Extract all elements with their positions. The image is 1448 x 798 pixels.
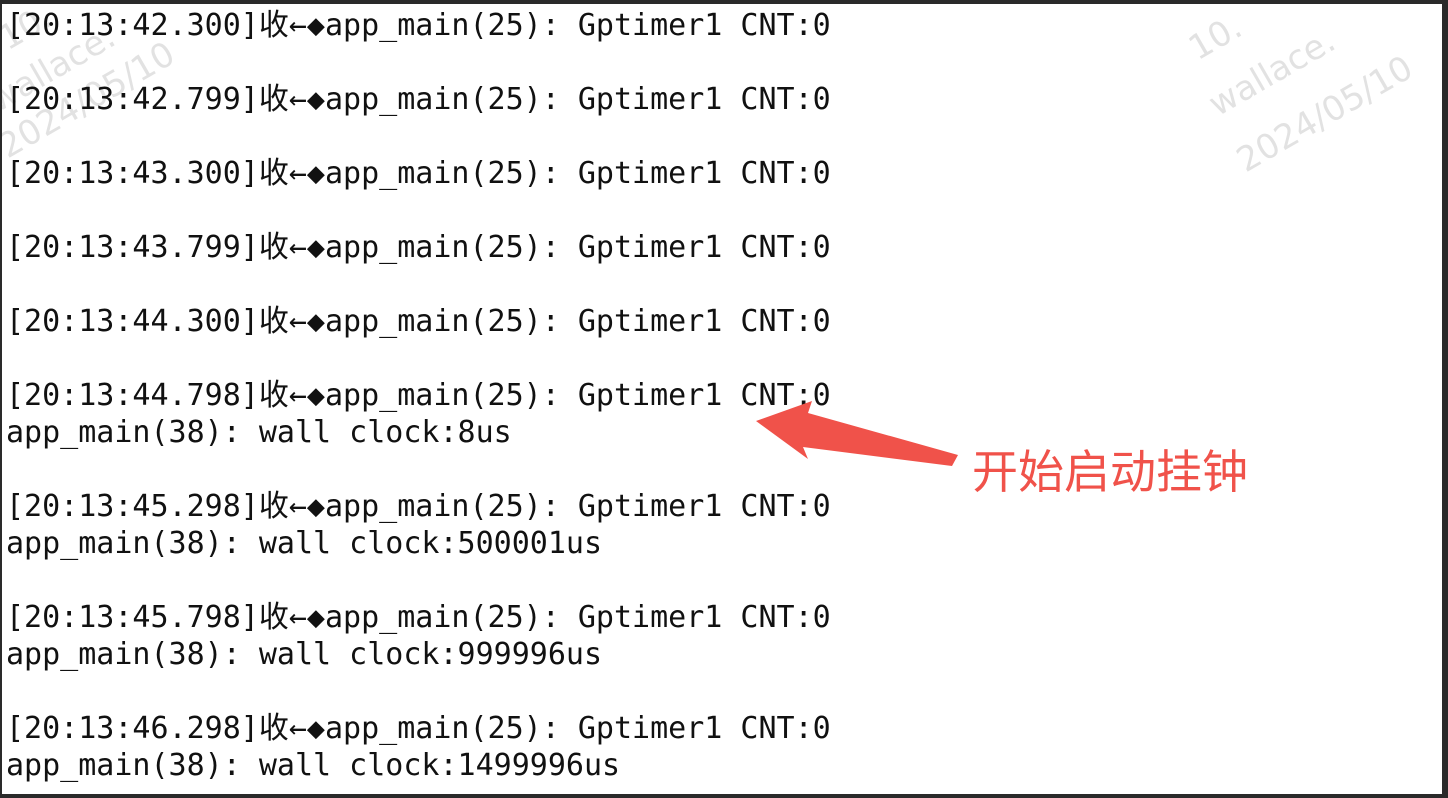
- log-line: [20:13:42.799]收←◆app_main(25): Gptimer1 …: [6, 82, 831, 117]
- log-line: [20:13:43.300]收←◆app_main(25): Gptimer1 …: [6, 156, 831, 191]
- log-line: app_main(38): wall clock:999996us: [6, 637, 603, 672]
- watermark-right-ip: 10.: [1182, 6, 1249, 69]
- log-line: [20:13:44.798]收←◆app_main(25): Gptimer1 …: [6, 378, 831, 413]
- log-line: [20:13:45.298]收←◆app_main(25): Gptimer1 …: [6, 489, 831, 524]
- log-line: app_main(38): wall clock:8us: [6, 415, 512, 450]
- log-line: [20:13:42.300]收←◆app_main(25): Gptimer1 …: [6, 8, 831, 43]
- log-line: [20:13:44.300]收←◆app_main(25): Gptimer1 …: [6, 304, 831, 339]
- watermark-right-date: 2024/05/10: [1230, 48, 1420, 181]
- watermark-right-user: wallace.: [1202, 20, 1343, 125]
- log-line: [20:13:45.798]收←◆app_main(25): Gptimer1 …: [6, 600, 831, 635]
- annotation-label: 开始启动挂钟: [972, 445, 1248, 499]
- log-text: [20:13:42.300]收←◆app_main(25): Gptimer1 …: [6, 7, 831, 784]
- serial-console-output[interactable]: 10. wallace. 2024/05/10 10. wallace. 202…: [2, 4, 1442, 794]
- log-line: app_main(38): wall clock:1499996us: [6, 748, 621, 783]
- log-line: app_main(38): wall clock:500001us: [6, 526, 603, 561]
- log-line: [20:13:46.298]收←◆app_main(25): Gptimer1 …: [6, 711, 831, 746]
- screenshot-frame: 10. wallace. 2024/05/10 10. wallace. 202…: [0, 0, 1448, 798]
- log-line: [20:13:43.799]收←◆app_main(25): Gptimer1 …: [6, 230, 831, 265]
